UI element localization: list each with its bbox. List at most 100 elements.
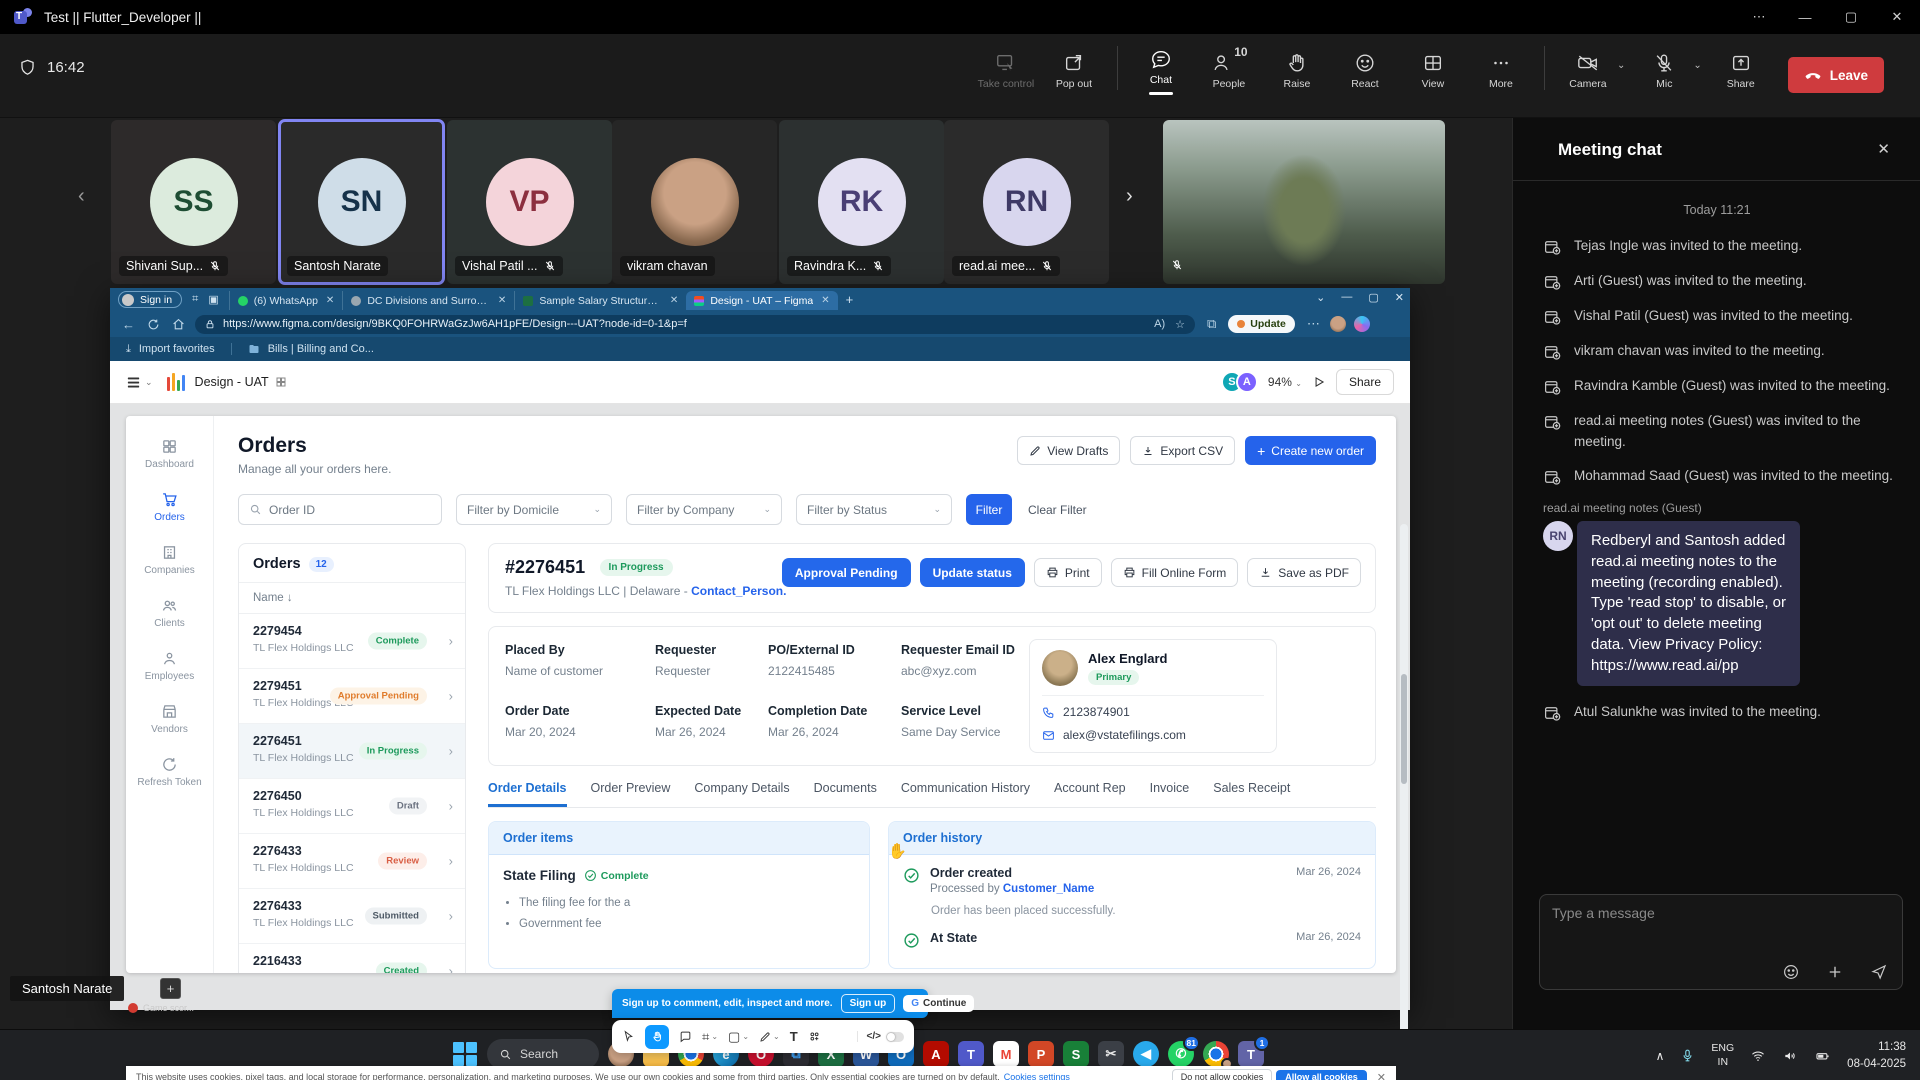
order-row[interactable]: 2276433TL Flex Holdings LLC Review›	[239, 834, 465, 889]
favorites-folder[interactable]: Bills | Billing and Co...	[268, 343, 374, 355]
browser-maximize-icon[interactable]: ▢	[1368, 291, 1378, 304]
deny-cookies-button[interactable]: Do not allow cookies	[1172, 1069, 1273, 1080]
hand-tool-icon[interactable]	[645, 1025, 669, 1049]
sheets-icon[interactable]: S	[1063, 1041, 1089, 1067]
sidebar-item-companies[interactable]: Companies	[144, 544, 195, 576]
video-tile[interactable]: SS Shivani Sup...	[111, 120, 276, 284]
pop-out-button[interactable]: Pop out	[1043, 46, 1105, 90]
tab-order-details[interactable]: Order Details	[488, 781, 567, 807]
tab-invoice[interactable]: Invoice	[1150, 781, 1190, 807]
filter-button[interactable]: Filter	[966, 494, 1012, 525]
order-id-search[interactable]	[238, 494, 442, 525]
update-status-button[interactable]: Update status	[920, 558, 1025, 587]
mic-button[interactable]: Mic	[1633, 46, 1695, 90]
order-row[interactable]: 2279454TL Flex Holdings LLC Complete›	[239, 614, 465, 669]
components-icon[interactable]	[808, 1030, 821, 1043]
order-row[interactable]: 2216433TL Flex Holdings LLC Created›	[239, 944, 465, 973]
pen-tool-icon[interactable]: ⌄	[759, 1031, 780, 1043]
window-maximize-button[interactable]: ▢	[1828, 9, 1874, 25]
present-play-icon[interactable]	[1312, 375, 1326, 389]
take-control-button[interactable]: Take control	[975, 46, 1037, 90]
refresh-icon[interactable]	[147, 318, 160, 331]
taskbar-search[interactable]: Search	[487, 1039, 599, 1069]
tab-account-rep[interactable]: Account Rep	[1054, 781, 1126, 807]
cookie-settings-link[interactable]: Cookies settings	[1004, 1072, 1070, 1080]
more-button[interactable]: More	[1470, 46, 1532, 90]
tray-mic-icon[interactable]	[1680, 1048, 1695, 1063]
import-favorites-link[interactable]: Import favorites	[139, 343, 215, 355]
view-drafts-button[interactable]: View Drafts	[1017, 436, 1120, 465]
browser-close-icon[interactable]: ✕	[1395, 291, 1404, 304]
text-tool-icon[interactable]: T	[790, 1029, 798, 1044]
browser-profile-button[interactable]: Sign in	[118, 291, 182, 308]
save-as-pdf-button[interactable]: Save as PDF	[1247, 558, 1361, 587]
sidebar-item-employees[interactable]: Employees	[145, 650, 194, 682]
gmail-icon[interactable]: M	[993, 1041, 1019, 1067]
window-close-button[interactable]: ✕	[1874, 9, 1920, 25]
favorite-star-icon[interactable]: ☆	[1175, 318, 1185, 331]
workspaces-icon[interactable]: ⌗	[192, 293, 198, 306]
battery-icon[interactable]	[1814, 1049, 1831, 1063]
sidebar-item-refresh-token[interactable]: Refresh Token	[137, 756, 201, 788]
browser-tab[interactable]: Sample Salary Structure with calc✕	[514, 291, 686, 310]
order-row-selected[interactable]: 2276451TL Flex Holdings LLC In Progress›	[239, 724, 465, 779]
filter-status-select[interactable]: Filter by Status⌄	[796, 494, 952, 525]
video-tile-active-speaker[interactable]: SN Santosh Narate	[279, 120, 444, 284]
chrome-profile-icon[interactable]	[1203, 1041, 1229, 1067]
clear-filter-button[interactable]: Clear Filter	[1028, 503, 1087, 517]
filter-company-select[interactable]: Filter by Company⌄	[626, 494, 782, 525]
video-tile[interactable]: RN read.ai mee...	[944, 120, 1109, 284]
camera-options-chevron-icon[interactable]: ⌄	[1617, 60, 1625, 71]
figma-file-title[interactable]: Design - UAT	[195, 375, 287, 389]
chat-button[interactable]: Chat	[1130, 42, 1192, 95]
back-icon[interactable]: ←	[122, 317, 135, 332]
tab-sales-receipt[interactable]: Sales Receipt	[1213, 781, 1290, 807]
camera-button[interactable]: Camera	[1557, 46, 1619, 90]
language-indicator[interactable]: ENGIN	[1711, 1042, 1734, 1069]
teams-classic-icon[interactable]: T	[958, 1041, 984, 1067]
chat-input-box[interactable]	[1539, 894, 1903, 990]
page-scrollbar[interactable]	[1400, 524, 1408, 1080]
window-more-icon[interactable]: ⋯	[1736, 9, 1782, 25]
video-tile[interactable]: vikram chavan	[612, 120, 777, 284]
shape-tool-icon[interactable]: ▢⌄	[728, 1029, 749, 1045]
google-continue-button[interactable]: GContinue	[903, 995, 974, 1012]
wifi-icon[interactable]	[1750, 1049, 1766, 1063]
fill-online-form-button[interactable]: Fill Online Form	[1111, 558, 1239, 587]
browser-minimize-icon[interactable]: —	[1341, 291, 1352, 304]
attach-plus-icon[interactable]	[1826, 963, 1844, 981]
raise-hand-button[interactable]: Raise	[1266, 46, 1328, 90]
tab-documents[interactable]: Documents	[814, 781, 877, 807]
browser-tab-active[interactable]: Design - UAT – Figma✕	[686, 291, 837, 310]
browser-tab[interactable]: DC Divisions and Surroundings✕	[342, 291, 514, 310]
volume-icon[interactable]	[1782, 1049, 1798, 1063]
sidebar-item-vendors[interactable]: Vendors	[151, 703, 188, 735]
print-button[interactable]: Print	[1034, 558, 1102, 587]
window-minimize-button[interactable]: —	[1782, 10, 1828, 25]
leave-button[interactable]: Leave	[1788, 57, 1884, 93]
mic-options-chevron-icon[interactable]: ⌄	[1693, 60, 1701, 71]
filter-domicile-select[interactable]: Filter by Domicile⌄	[456, 494, 612, 525]
send-icon[interactable]	[1870, 963, 1888, 981]
figma-main-menu[interactable]: ⌄	[126, 375, 153, 390]
allow-cookies-button[interactable]: Allow all cookies	[1276, 1070, 1367, 1080]
order-row[interactable]: 2276450TL Flex Holdings LLC Draft›	[239, 779, 465, 834]
tab-close-icon[interactable]: ✕	[670, 295, 678, 306]
video-tile[interactable]: RK Ravindra K...	[779, 120, 944, 284]
cookie-close-icon[interactable]: ✕	[1377, 1071, 1386, 1080]
tab-close-icon[interactable]: ✕	[498, 295, 506, 306]
copilot-icon[interactable]	[1354, 316, 1370, 332]
order-row[interactable]: 2279451TL Flex Holdings LLC Approval Pen…	[239, 669, 465, 724]
order-id-input[interactable]	[269, 503, 419, 517]
contact-email[interactable]: alex@vstatefilings.com	[1063, 728, 1186, 742]
presenter-pin-button[interactable]: +	[160, 978, 181, 999]
approval-pending-button[interactable]: Approval Pending	[782, 558, 911, 587]
browser-profile-avatar[interactable]	[1330, 316, 1346, 332]
zoom-level[interactable]: 94% ⌄	[1268, 375, 1302, 389]
move-tool-icon[interactable]	[622, 1030, 635, 1043]
sidebar-item-orders[interactable]: Orders	[154, 491, 185, 523]
telegram-icon[interactable]: ◀	[1133, 1041, 1159, 1067]
taskbar-clock[interactable]: 11:3808-04-2025	[1847, 1039, 1906, 1071]
teams-icon[interactable]: T 1	[1238, 1041, 1264, 1067]
tab-close-icon[interactable]: ✕	[821, 295, 829, 306]
